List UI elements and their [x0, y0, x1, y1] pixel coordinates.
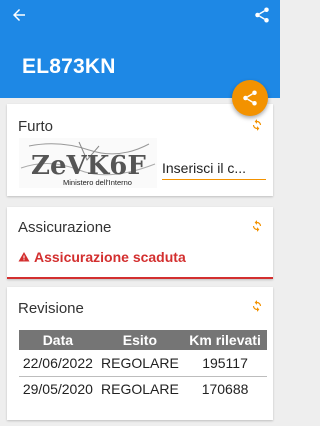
- assicurazione-title: Assicurazione: [18, 219, 112, 236]
- column-header-data: Data: [19, 330, 97, 350]
- revisione-title: Revisione: [18, 300, 84, 317]
- plate-title: EL873KN: [22, 55, 116, 78]
- furto-title: Furto: [18, 118, 54, 135]
- revisione-table: Data Esito Km rilevati 22/06/2022 REGOLA…: [19, 330, 267, 402]
- column-header-km: Km rilevati: [183, 330, 267, 350]
- captcha-image: ZeVK6F Ministero dell'Interno: [19, 138, 157, 188]
- warning-icon: [18, 252, 30, 262]
- cell-data: 22/06/2022: [19, 350, 97, 377]
- share-icon[interactable]: [253, 6, 271, 24]
- cell-esito: REGOLARE: [96, 350, 184, 377]
- insurance-status: Assicurazione scaduta: [18, 249, 186, 265]
- arrow-left-icon[interactable]: [10, 6, 28, 24]
- cell-km: 170688: [201, 381, 249, 398]
- captcha-input[interactable]: Inserisci il c...: [162, 160, 266, 180]
- insurance-status-text: Assicurazione scaduta: [34, 249, 186, 265]
- table-row: 29/05/2020 REGOLARE 170688: [19, 376, 267, 402]
- cell-esito: REGOLARE: [101, 381, 179, 398]
- cell-data: 29/05/2020: [22, 381, 93, 398]
- share-fab[interactable]: [232, 80, 268, 116]
- share-icon: [243, 90, 257, 106]
- captcha-text: ZeVK6F: [31, 151, 146, 181]
- furto-card: Furto ZeVK6F Ministero dell'Interno Inse…: [7, 104, 273, 196]
- captcha-footer: Ministero dell'Interno: [63, 178, 132, 187]
- column-header-esito: Esito: [96, 330, 184, 350]
- revisione-card: Revisione Data Esito Km rilevati 22/06/2…: [7, 287, 273, 420]
- refresh-icon[interactable]: [250, 299, 264, 313]
- assicurazione-card: Assicurazione Assicurazione scaduta: [7, 207, 273, 279]
- cell-km: 195117: [183, 350, 267, 377]
- refresh-icon[interactable]: [250, 219, 264, 233]
- table-row: 22/06/2022 REGOLARE 195117: [19, 350, 267, 377]
- refresh-icon[interactable]: [250, 118, 264, 132]
